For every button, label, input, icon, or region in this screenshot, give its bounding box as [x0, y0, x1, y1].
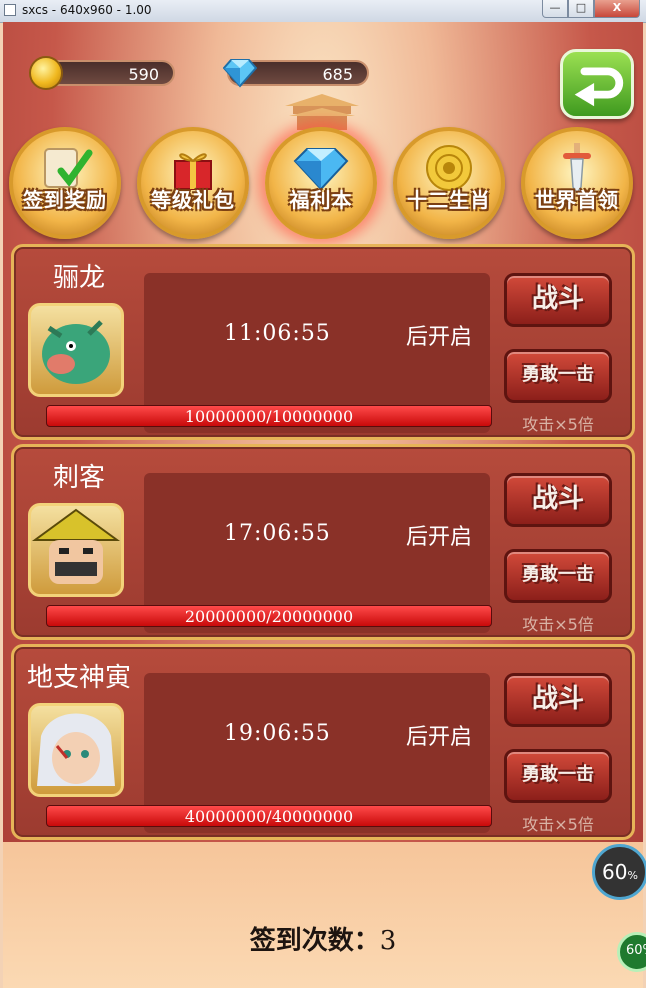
boss-hp-bar: 20000000/20000000: [46, 605, 492, 627]
fight-button[interactable]: 战斗: [504, 473, 612, 527]
boss-card: 刺客 17:06:55 后开启 20000000/20000000 战斗 勇敢一…: [11, 444, 635, 640]
app-icon: [4, 4, 16, 16]
fps-unit: %: [627, 869, 638, 882]
boss-hp-text: 20000000/20000000: [184, 607, 354, 626]
fps-value: 60: [602, 860, 628, 884]
countdown-timer: 11:06:55: [224, 321, 331, 346]
diamond-icon: [223, 59, 257, 88]
countdown-timer: 17:06:55: [224, 521, 331, 546]
palace-icon: [285, 94, 359, 130]
maximize-button[interactable]: □: [568, 0, 594, 18]
boss-hp-bar: 10000000/10000000: [46, 405, 492, 427]
signin-count-value: 3: [379, 926, 397, 956]
back-button[interactable]: [560, 49, 634, 119]
tiger-warrior-portrait-icon: [37, 713, 115, 786]
brave-strike-button[interactable]: 勇敢一击: [504, 549, 612, 603]
boss-hp-text: 10000000/10000000: [184, 407, 354, 426]
background-glow: [3, 842, 643, 988]
boss-card: 地支神寅 19:06:55 后开启 40000000/40000000 战斗 勇…: [11, 644, 635, 840]
world-boss-label: 世界首领: [535, 188, 619, 212]
signin-count-label: 签到次数：: [249, 926, 380, 956]
boss-portrait: [28, 703, 124, 797]
boss-name: 刺客: [52, 463, 105, 493]
game-screen: 590 685 签到奖励 等级礼包 福利本 十二生肖 世界首领 骊龙 11:06…: [3, 22, 643, 988]
boss-portrait: [28, 503, 124, 597]
coin-counter: 590: [29, 56, 175, 90]
signin-reward-button[interactable]: 签到奖励: [9, 127, 121, 239]
attack-multiplier: 攻击×5倍: [522, 615, 594, 634]
boss-card: 骊龙 11:06:55 后开启 10000000/10000000 战斗 勇敢一…: [11, 244, 635, 440]
brave-strike-button[interactable]: 勇敢一击: [504, 749, 612, 803]
boss-portrait: [28, 303, 124, 397]
level-gift-label: 等级礼包: [151, 188, 235, 212]
dragon-portrait-icon: [42, 320, 110, 384]
welfare-dungeon-button[interactable]: 福利本: [265, 127, 377, 239]
gem-counter: 685: [223, 59, 369, 88]
world-boss-button[interactable]: 世界首领: [521, 127, 633, 239]
countdown-timer: 19:06:55: [224, 721, 331, 746]
zodiac-label: 十二生肖: [407, 188, 491, 212]
attack-multiplier: 攻击×5倍: [522, 415, 594, 434]
window-titlebar: sxcs - 640x960 - 1.00 — □ X: [0, 0, 646, 23]
zodiac-button[interactable]: 十二生肖: [393, 127, 505, 239]
attack-multiplier: 攻击×5倍: [522, 815, 594, 834]
close-button[interactable]: X: [594, 0, 640, 18]
open-after-label: 后开启: [406, 325, 473, 350]
gem-value: 685: [322, 65, 353, 84]
assassin-portrait-icon: [31, 508, 121, 584]
coin-value: 590: [128, 65, 159, 84]
welfare-dungeon-label: 福利本: [289, 188, 353, 212]
minimize-button[interactable]: —: [542, 0, 568, 18]
fight-button[interactable]: 战斗: [504, 673, 612, 727]
boss-hp-bar: 40000000/40000000: [46, 805, 492, 827]
brave-strike-button[interactable]: 勇敢一击: [504, 349, 612, 403]
level-gift-button[interactable]: 等级礼包: [137, 127, 249, 239]
open-after-label: 后开启: [406, 525, 473, 550]
return-arrow-icon: [574, 67, 624, 107]
boss-name: 骊龙: [52, 263, 105, 293]
fight-button[interactable]: 战斗: [504, 273, 612, 327]
fps-indicator: 60%: [592, 844, 646, 900]
boss-name: 地支神寅: [26, 663, 131, 693]
signin-reward-label: 签到奖励: [23, 188, 107, 212]
window-title: sxcs - 640x960 - 1.00: [22, 3, 152, 17]
signin-count: 签到次数：3: [3, 920, 643, 957]
open-after-label: 后开启: [406, 725, 473, 750]
coin-icon: [29, 56, 63, 90]
boss-hp-text: 40000000/40000000: [184, 807, 354, 826]
